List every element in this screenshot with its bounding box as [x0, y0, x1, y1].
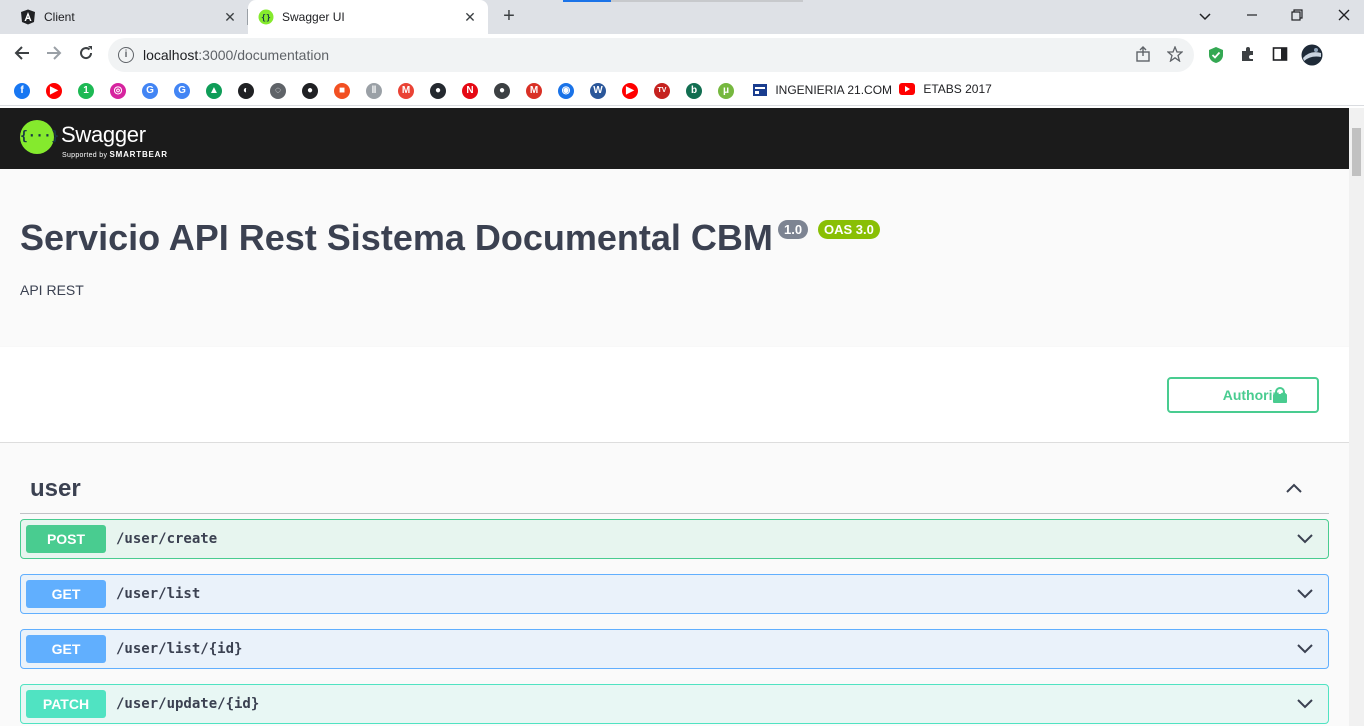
google-icon[interactable]: G: [142, 83, 158, 99]
youtube-icon[interactable]: ▶: [622, 83, 638, 99]
method-badge: PATCH: [26, 690, 106, 718]
instagram-icon[interactable]: ◎: [110, 83, 126, 99]
operation-get-user-list[interactable]: GET /user/list: [20, 574, 1329, 614]
word-icon[interactable]: W: [590, 83, 606, 99]
scrollbar-thumb[interactable]: [1352, 128, 1361, 176]
scheme-container: Authorize: [0, 347, 1349, 443]
speedometer-icon[interactable]: ◐: [238, 83, 254, 99]
netflix-icon[interactable]: N: [462, 83, 478, 99]
api-description: API REST: [20, 282, 84, 298]
new-tab-button[interactable]: +: [499, 6, 519, 26]
swagger-supported-by: Supported by SMARTBEAR: [62, 150, 168, 159]
operation-path: /user/create: [116, 531, 218, 547]
chevron-down-icon[interactable]: [1296, 697, 1314, 711]
dark-circle-icon[interactable]: ●: [494, 83, 510, 99]
browser-toolbar: i localhost:3000/documentation: [0, 34, 1364, 76]
method-badge: GET: [26, 635, 106, 663]
youtube-icon: [899, 83, 915, 95]
green-circle-icon[interactable]: 1: [78, 83, 94, 99]
facebook-icon[interactable]: f: [14, 83, 30, 99]
operation-path: /user/list: [116, 586, 201, 602]
bookmark-etabs[interactable]: ETABS 2017: [899, 82, 992, 96]
restore-button[interactable]: [1286, 6, 1308, 26]
swagger-icon: {}: [258, 9, 274, 25]
microsoft-icon[interactable]: ■: [334, 83, 350, 99]
share-icon[interactable]: [1134, 46, 1152, 64]
bookmark-ingenieria[interactable]: INGENIERIA 21.COM: [752, 82, 892, 98]
minimize-button[interactable]: [1241, 6, 1263, 26]
tv-icon[interactable]: TV: [654, 83, 670, 99]
supported-by-text: Supported by: [62, 152, 108, 159]
blue-swirl-icon[interactable]: ◉: [558, 83, 574, 99]
tab-progress-track: [611, 0, 803, 2]
side-panel-icon[interactable]: [1270, 46, 1290, 66]
red-circle-icon[interactable]: M: [526, 83, 542, 99]
bookmarks-bar: INGENIERIA 21.COM ETABS 2017 f ▶ 1 ◎ G G ▲ ◐ ◌ ● ■…: [0, 76, 1364, 106]
bookmark-star-icon[interactable]: [1166, 45, 1184, 64]
forward-button[interactable]: [43, 44, 65, 66]
tab-progress-indicator: [563, 0, 611, 2]
gmail-icon[interactable]: M: [398, 83, 414, 99]
url-path: :3000/documentation: [198, 47, 330, 63]
close-icon[interactable]: ✕: [222, 9, 238, 25]
operation-path: /user/list/{id}: [116, 641, 243, 657]
angular-icon: [21, 9, 35, 25]
url-host: localhost: [143, 47, 199, 63]
globe-icon[interactable]: ●: [302, 83, 318, 99]
bet365-icon[interactable]: b: [686, 83, 702, 99]
tab-title: Client: [44, 10, 75, 24]
operations-section: user POST /user/create GET /user/list GE…: [0, 443, 1349, 726]
version-badge: 1.0: [778, 220, 809, 239]
operation-get-user-list-id[interactable]: GET /user/list/{id}: [20, 629, 1329, 669]
close-icon[interactable]: ✕: [462, 9, 478, 25]
extensions-puzzle-icon[interactable]: [1238, 46, 1258, 66]
operation-post-user-create[interactable]: POST /user/create: [20, 519, 1329, 559]
tag-section-user[interactable]: user: [20, 465, 1329, 514]
profile-avatar[interactable]: [1301, 44, 1323, 66]
operation-patch-user-update-id[interactable]: PATCH /user/update/{id}: [20, 684, 1329, 724]
back-button[interactable]: [11, 44, 33, 66]
tab-swagger-ui[interactable]: {} Swagger UI ✕: [248, 0, 488, 34]
google-drive-icon[interactable]: ▲: [206, 83, 222, 99]
method-badge: POST: [26, 525, 106, 553]
github-icon[interactable]: ●: [430, 83, 446, 99]
tab-search-chevron-icon[interactable]: [1194, 6, 1216, 26]
unlocked-lock-icon: [1273, 387, 1287, 403]
page-title: Servicio API Rest Sistema Documental CBM: [20, 217, 773, 258]
shield-extension-icon[interactable]: [1206, 46, 1226, 66]
oas-badge: OAS 3.0: [818, 220, 880, 239]
waveform-icon[interactable]: ǁ: [366, 83, 382, 99]
page-scrollbar[interactable]: [1349, 108, 1364, 726]
tab-client[interactable]: Client ✕: [0, 0, 248, 34]
reload-button[interactable]: [75, 44, 97, 66]
browser-tab-strip: Client ✕ {} Swagger UI ✕ +: [0, 0, 1364, 34]
tag-name: user: [30, 475, 81, 502]
method-badge: GET: [26, 580, 106, 608]
bookmark-label: INGENIERIA 21.COM: [775, 83, 893, 97]
authorize-button[interactable]: Authorize: [1167, 377, 1319, 413]
coin-icon[interactable]: ◌: [270, 83, 286, 99]
svg-text:{}: {}: [261, 13, 271, 22]
bookmark-label: ETABS 2017: [923, 82, 992, 96]
swagger-brand-name[interactable]: Swagger: [61, 122, 146, 148]
tab-title: Swagger UI: [282, 10, 345, 24]
utorrent-icon[interactable]: μ: [718, 83, 734, 99]
chevron-up-icon[interactable]: [1285, 481, 1303, 495]
ingenieria-icon: [753, 84, 767, 96]
close-window-button[interactable]: [1333, 6, 1355, 26]
address-bar[interactable]: i localhost:3000/documentation: [108, 38, 1194, 72]
youtube-icon[interactable]: ▶: [46, 83, 62, 99]
url-text[interactable]: localhost:3000/documentation: [143, 47, 329, 63]
page-viewport: {···} Swagger Supported by SMARTBEAR Ser…: [0, 108, 1364, 726]
google-icon[interactable]: G: [174, 83, 190, 99]
swagger-logo-icon[interactable]: {···}: [20, 120, 59, 154]
api-info: Servicio API Rest Sistema Documental CBM…: [0, 169, 1349, 347]
site-info-icon[interactable]: i: [118, 47, 134, 63]
chevron-down-icon[interactable]: [1296, 642, 1314, 656]
chevron-down-icon[interactable]: [1296, 587, 1314, 601]
operation-path: /user/update/{id}: [116, 696, 260, 712]
chevron-down-icon[interactable]: [1296, 532, 1314, 546]
swagger-topbar: {···} Swagger Supported by SMARTBEAR: [0, 108, 1349, 169]
smartbear-text: SMARTBEAR: [109, 150, 168, 159]
